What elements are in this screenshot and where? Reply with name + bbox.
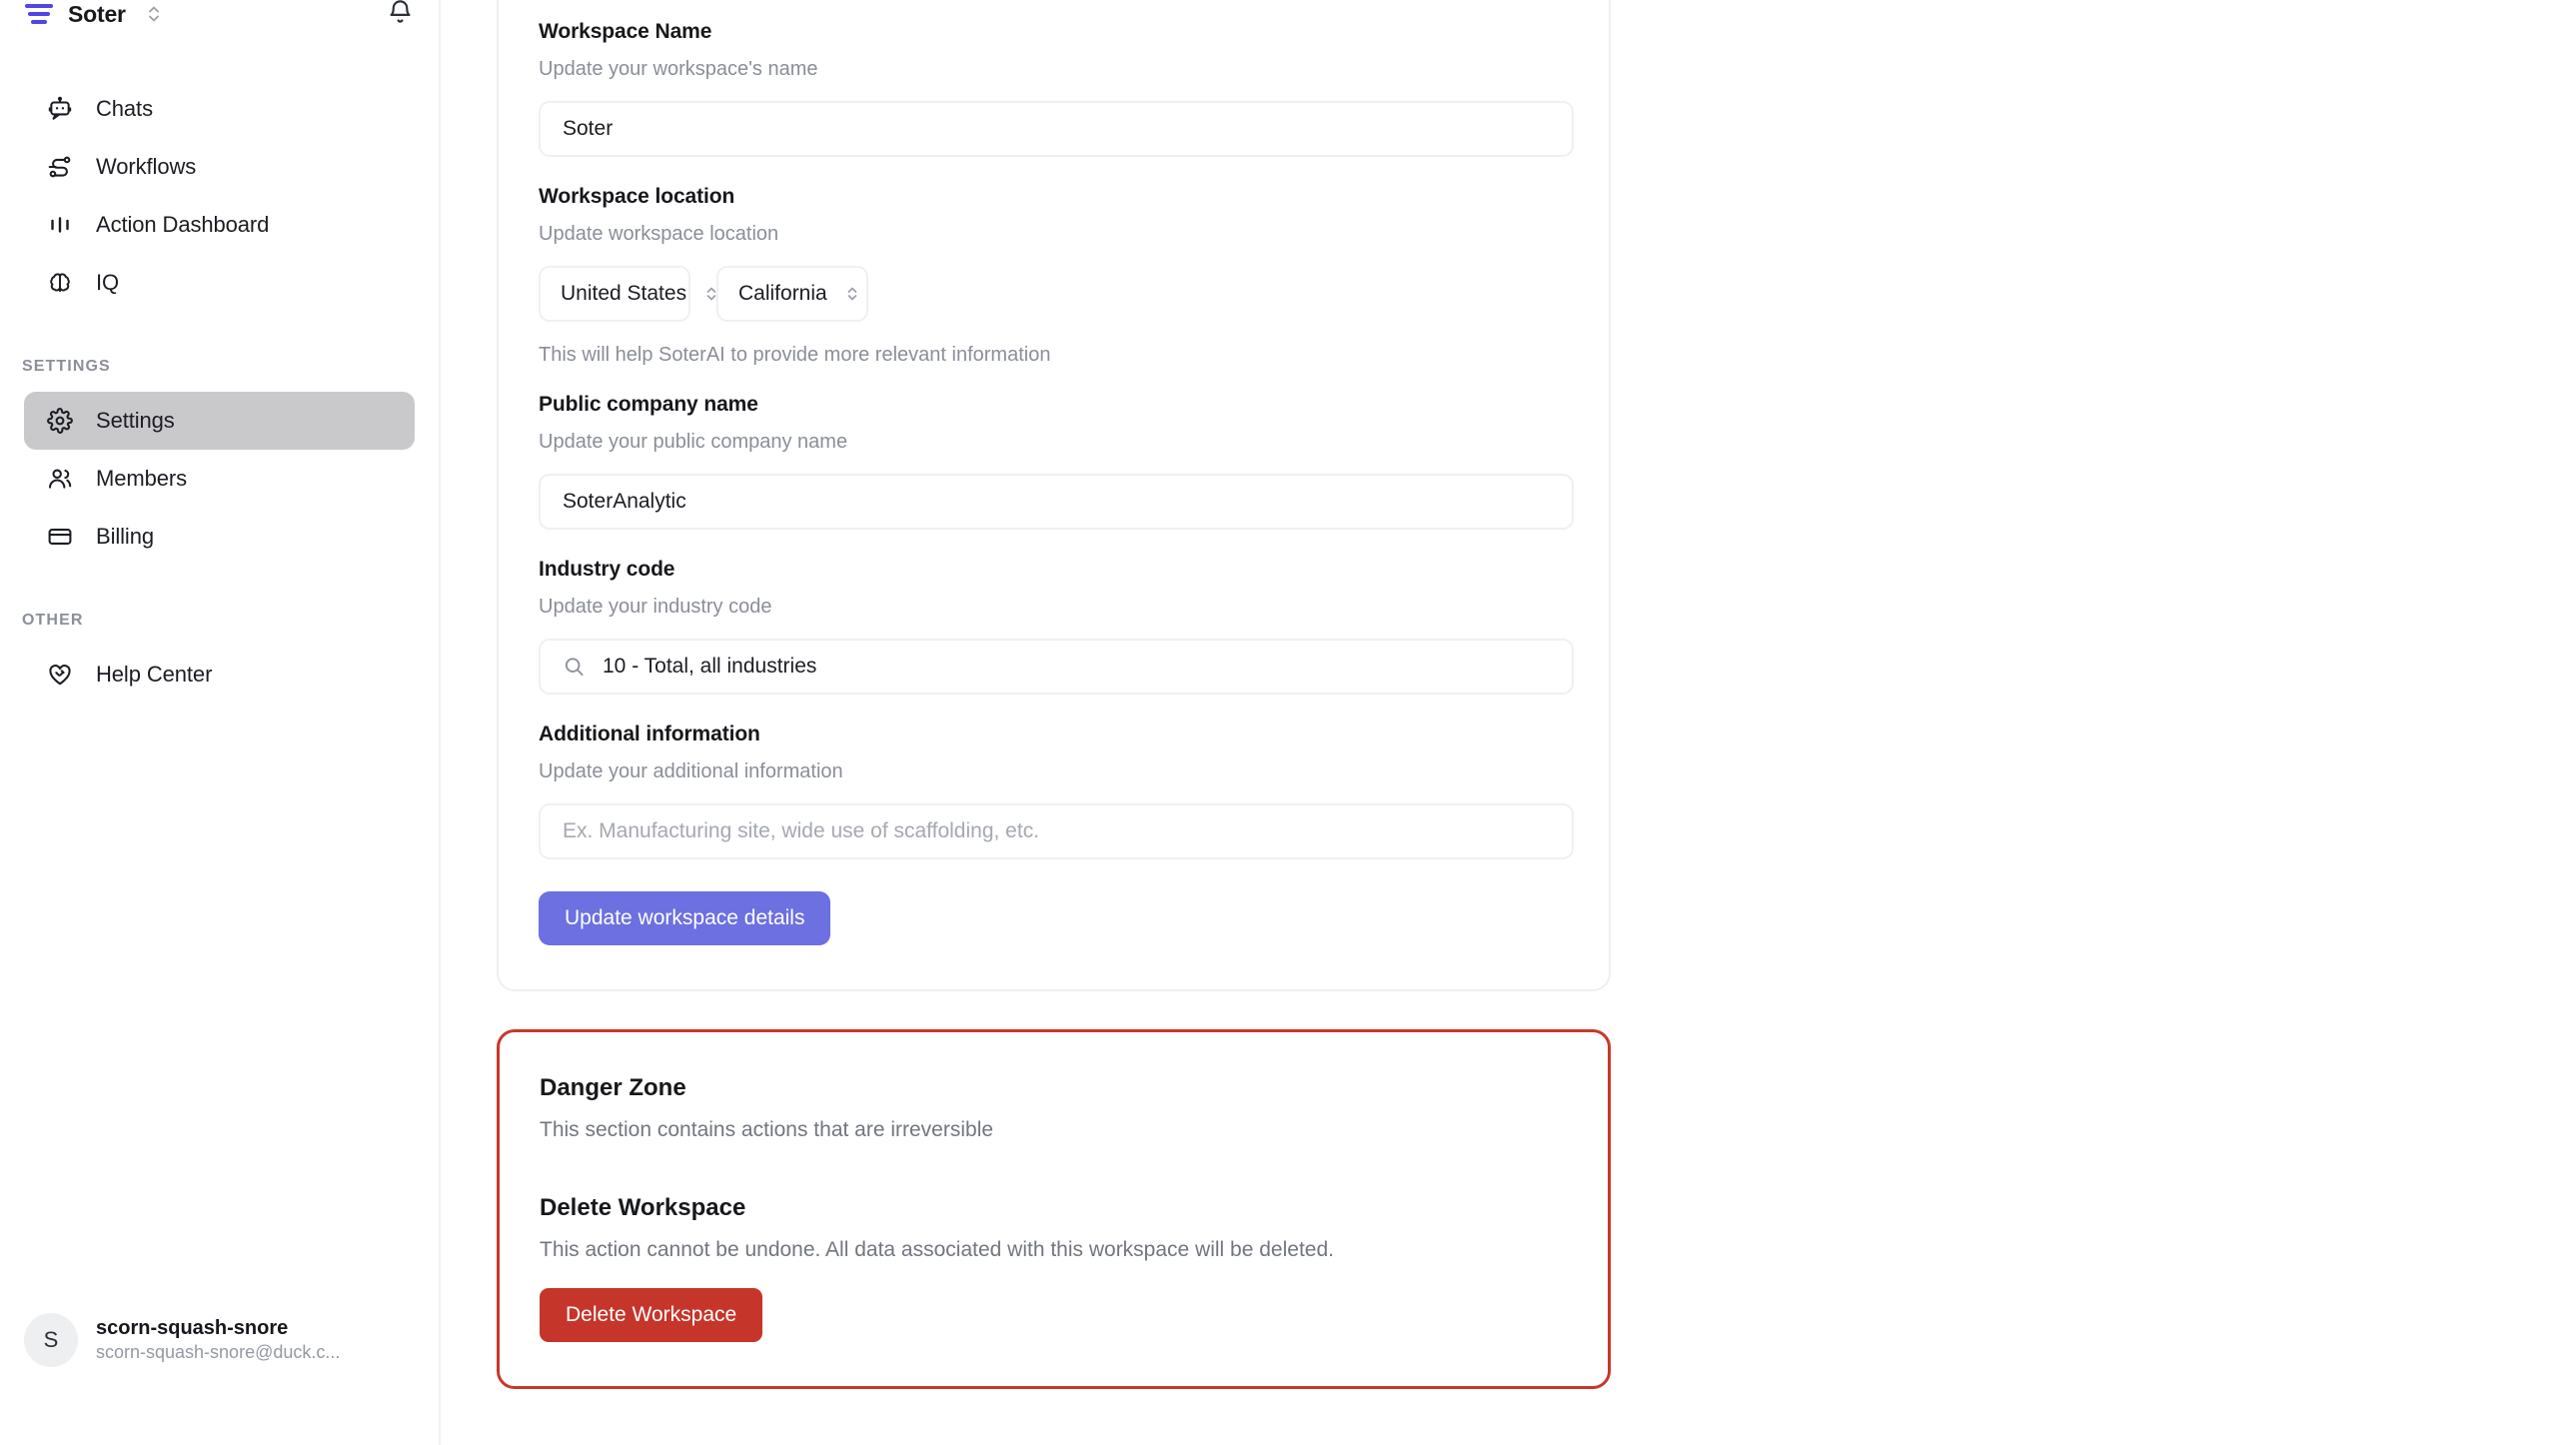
public-company-name-label: Public company name: [539, 393, 758, 416]
sidebar-item-label: Settings: [96, 408, 175, 433]
workspace-location-field: Workspace location Update workspace loca…: [539, 185, 1569, 367]
workspace-location-description: Update workspace location: [539, 223, 779, 245]
sidebar-item-billing[interactable]: Billing: [24, 508, 415, 566]
sidebar-section-title-settings: SETTINGS: [22, 358, 111, 375]
sidebar-section-title-other: OTHER: [22, 612, 84, 629]
workspace-name-field: Workspace Name Update your workspace's n…: [539, 20, 1574, 157]
profile-email: scorn-squash-snore@duck.c...: [96, 1342, 341, 1362]
sidebar-item-members[interactable]: Members: [24, 450, 415, 508]
sidebar-item-action-dashboard[interactable]: Action Dashboard: [24, 196, 415, 254]
chevron-updown-icon: [686, 284, 718, 304]
settings-content-column: Workspace Name Update your workspace's n…: [497, 0, 1611, 1389]
sidebar-item-label: Chats: [96, 96, 153, 121]
chevron-updown-icon: [827, 284, 859, 304]
industry-code-label: Industry code: [539, 558, 675, 581]
notifications-button[interactable]: [383, 0, 417, 31]
workspace-name-description: Update your workspace's name: [539, 58, 818, 80]
bell-icon: [387, 0, 414, 30]
sidebar-header: Soter: [0, 0, 439, 32]
industry-code-search-wrap: [539, 639, 1574, 695]
workspace-name-input[interactable]: [539, 101, 1574, 157]
chevron-updown-icon: [146, 3, 162, 25]
state-select-value: California: [738, 282, 827, 305]
primary-nav: Chats Workflows Action Dashboard IQ: [0, 80, 439, 312]
country-select[interactable]: United States: [539, 266, 716, 322]
sidebar-item-iq[interactable]: IQ: [24, 254, 415, 312]
sidebar-item-workflows[interactable]: Workflows: [24, 138, 415, 196]
users-icon: [46, 465, 74, 493]
delete-workspace-title: Delete Workspace: [540, 1194, 746, 1221]
brain-icon: [46, 269, 74, 297]
danger-zone-card: Danger Zone This section contains action…: [497, 1029, 1611, 1389]
update-workspace-details-button[interactable]: Update workspace details: [539, 891, 831, 945]
workspace-name-label: Workspace Name: [539, 20, 712, 43]
sidebar-item-chats[interactable]: Chats: [24, 80, 415, 138]
sidebar-item-label: Workflows: [96, 154, 197, 179]
country-select-value: United States: [561, 282, 687, 305]
main-content: Workspace Name Update your workspace's n…: [441, 0, 2576, 1445]
workspace-switcher[interactable]: Soter: [24, 1, 162, 28]
sidebar-item-label: Help Center: [96, 662, 213, 687]
sidebar-item-settings[interactable]: Settings: [24, 392, 415, 450]
sidebar: Soter Chats Workflows Action Dashboard I…: [0, 0, 441, 1445]
danger-zone-title: Danger Zone: [540, 1074, 686, 1101]
profile-name: scorn-squash-snore: [96, 1317, 289, 1339]
public-company-name-description: Update your public company name: [539, 431, 848, 453]
delete-workspace-description: This action cannot be undone. All data a…: [540, 1238, 1334, 1261]
user-profile-button[interactable]: S scorn-squash-snore scorn-squash-snore@…: [24, 1313, 415, 1367]
public-company-name-input[interactable]: [539, 474, 1574, 530]
danger-zone-description: This section contains actions that are i…: [540, 1118, 994, 1141]
additional-information-description: Update your additional information: [539, 760, 843, 782]
credit-card-icon: [46, 523, 74, 551]
sidebar-item-help-center[interactable]: Help Center: [24, 646, 415, 704]
sidebar-item-label: Billing: [96, 524, 154, 549]
soter-bars-logo-icon: [24, 1, 54, 27]
location-selects-row: United States California: [539, 266, 1569, 322]
app-root: Soter Chats Workflows Action Dashboard I…: [0, 0, 2576, 1445]
additional-information-input[interactable]: [539, 803, 1574, 859]
industry-code-description: Update your industry code: [539, 596, 772, 618]
public-company-name-field: Public company name Update your public c…: [539, 393, 1574, 530]
bar-chart-icon: [46, 211, 74, 239]
workspace-name-label: Soter: [68, 0, 126, 27]
workspace-location-hint: This will help SoterAI to provide more r…: [539, 344, 1051, 366]
state-select[interactable]: California: [716, 266, 868, 322]
workspace-details-card: Workspace Name Update your workspace's n…: [497, 0, 1611, 991]
delete-workspace-button[interactable]: Delete Workspace: [540, 1288, 763, 1342]
profile-text: scorn-squash-snore scorn-squash-snore@du…: [96, 1317, 340, 1363]
industry-code-field: Industry code Update your industry code: [539, 558, 1574, 695]
workflow-nodes-icon: [46, 153, 74, 181]
industry-code-input[interactable]: [539, 639, 1574, 695]
sidebar-item-label: IQ: [96, 270, 120, 295]
bot-chat-icon: [46, 95, 74, 123]
sidebar-item-label: Members: [96, 466, 187, 491]
gear-icon: [46, 407, 74, 435]
heart-handshake-icon: [46, 661, 74, 689]
sidebar-footer: S scorn-squash-snore scorn-squash-snore@…: [0, 1313, 439, 1445]
avatar: S: [24, 1313, 78, 1367]
additional-information-field: Additional information Update your addit…: [539, 722, 1574, 859]
sidebar-item-label: Action Dashboard: [96, 212, 270, 237]
additional-information-label: Additional information: [539, 722, 760, 745]
workspace-location-label: Workspace location: [539, 185, 735, 208]
